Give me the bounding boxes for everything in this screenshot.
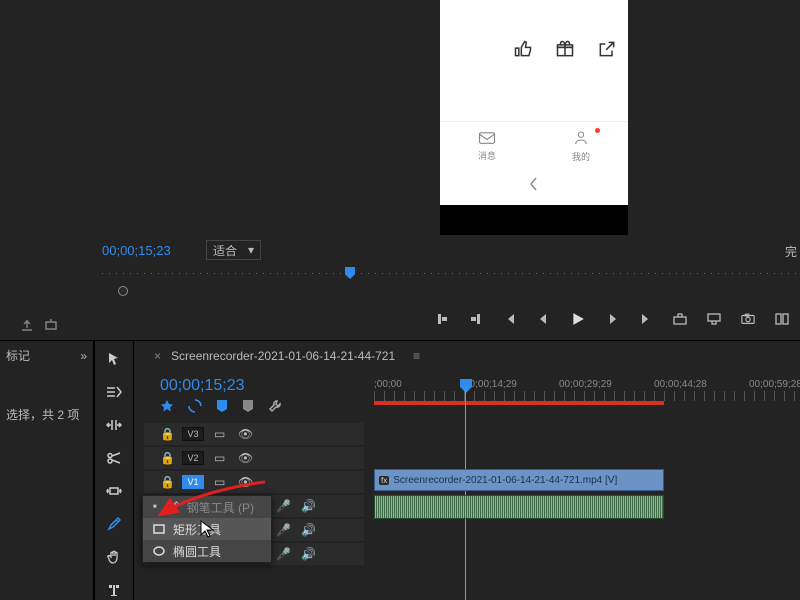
panel-menu-icon[interactable]: ≡	[413, 349, 420, 363]
overwrite-icon[interactable]	[44, 318, 58, 332]
lift-button[interactable]	[672, 311, 688, 327]
voice-over-icon[interactable]: 🎤	[276, 523, 291, 537]
sequence-name: Screenrecorder-2021-01-06-14-21-44-721	[171, 349, 395, 363]
speaker-icon[interactable]: 🔊	[301, 499, 316, 513]
track-tag[interactable]: V3	[182, 427, 204, 441]
program-monitor: 消息 我的 00;00;15;23 适合 ▾ 完	[0, 0, 800, 260]
go-to-in-button[interactable]	[502, 311, 518, 327]
comparison-view-button[interactable]	[774, 311, 790, 327]
phone-tab-label: 我的	[572, 150, 590, 163]
markers-title: 标记	[6, 347, 30, 364]
linked-selection-icon[interactable]	[188, 399, 202, 413]
sequence-tab[interactable]: × Screenrecorder-2021-01-06-14-21-44-721…	[154, 349, 420, 363]
transport-controls	[352, 308, 790, 330]
speaker-icon[interactable]: 🔊	[301, 547, 316, 561]
razor-tool[interactable]	[103, 448, 125, 469]
ripple-edit-tool[interactable]	[103, 415, 125, 436]
tool-column	[94, 341, 134, 600]
insert-icon[interactable]	[20, 318, 34, 332]
track-v3-header[interactable]: 🔒 V3 ▭ 👁	[144, 423, 364, 445]
waveform	[375, 496, 663, 518]
track-v2-header[interactable]: 🔒 V2 ▭ 👁	[144, 447, 364, 469]
export-frame-button[interactable]	[740, 311, 756, 327]
sync-lock-icon[interactable]: ▭	[214, 475, 228, 489]
chevron-down-icon: ▾	[248, 243, 254, 257]
thumb-up-icon	[512, 38, 534, 60]
voice-over-icon[interactable]: 🎤	[276, 499, 291, 513]
add-marker-icon[interactable]	[216, 399, 228, 413]
zoom-fit-dropdown[interactable]: 适合 ▾	[206, 240, 261, 260]
lock-icon[interactable]: 🔒	[160, 427, 172, 441]
hand-tool[interactable]	[103, 546, 125, 567]
eye-icon[interactable]: 👁	[238, 427, 252, 441]
selection-info: 选择，共 2 项	[6, 406, 87, 423]
track-tag[interactable]: V1	[182, 475, 204, 489]
mark-in-button[interactable]	[434, 311, 450, 327]
ruler-label: 00;00;44;28	[654, 379, 707, 390]
quality-label: 完	[785, 243, 797, 260]
gift-icon	[554, 38, 576, 60]
render-bar-red	[374, 401, 664, 405]
mark-out-button[interactable]	[468, 311, 484, 327]
program-timecode[interactable]: 00;00;15;23	[102, 243, 171, 258]
notification-dot-icon	[595, 128, 600, 133]
flyout-label: 椭圆工具	[173, 543, 221, 560]
preview-content: 消息 我的	[440, 0, 628, 205]
wrench-icon[interactable]	[268, 399, 282, 413]
mouse-cursor-icon	[200, 520, 216, 538]
preview-frame: 消息 我的	[440, 0, 628, 235]
eye-icon[interactable]: 👁	[238, 475, 252, 489]
sync-lock-icon[interactable]: ▭	[214, 451, 228, 465]
program-ruler[interactable]	[102, 267, 800, 287]
ruler-label: ;00;00	[374, 379, 402, 390]
phone-back-row	[440, 173, 628, 195]
phone-tab-bar: 消息 我的	[440, 121, 628, 171]
video-clip[interactable]: fx Screenrecorder-2021-01-06-14-21-44-72…	[374, 469, 664, 491]
lock-icon[interactable]: 🔒	[160, 475, 172, 489]
track-v1-header[interactable]: 🔒 V1 ▭ 👁	[144, 471, 364, 493]
track-tag[interactable]: V2	[182, 451, 204, 465]
snap-icon[interactable]	[160, 399, 174, 413]
slip-tool[interactable]	[103, 481, 125, 502]
external-link-icon	[596, 38, 618, 60]
type-tool[interactable]	[103, 579, 125, 600]
phone-tab-label: 消息	[478, 149, 496, 162]
monitor-extra-icons	[20, 318, 58, 332]
speaker-icon[interactable]: 🔊	[301, 523, 316, 537]
voice-over-icon[interactable]: 🎤	[276, 547, 291, 561]
flyout-ellipse-tool[interactable]: 椭圆工具	[143, 540, 271, 562]
step-back-button[interactable]	[536, 311, 552, 327]
go-to-out-button[interactable]	[638, 311, 654, 327]
dropdown-label: 适合	[213, 242, 237, 259]
clip-label: Screenrecorder-2021-01-06-14-21-44-721.m…	[393, 475, 617, 486]
selection-tool[interactable]	[103, 349, 125, 370]
track-select-tool[interactable]	[103, 382, 125, 403]
pen-tool[interactable]	[103, 513, 125, 534]
extract-button[interactable]	[706, 311, 722, 327]
sync-lock-icon[interactable]: ▭	[214, 427, 228, 441]
audio-clip[interactable]	[374, 495, 664, 519]
play-button[interactable]	[570, 311, 586, 327]
timeline-ruler[interactable]: ;00;00 00;00;14;29 00;00;29;29 00;00;44;…	[374, 379, 800, 409]
close-tab-icon[interactable]: ×	[154, 349, 161, 363]
lock-icon[interactable]: 🔒	[160, 451, 172, 465]
flyout-label: 钢笔工具 (P)	[187, 499, 254, 516]
expand-button[interactable]: »	[80, 349, 87, 363]
scrub-handle[interactable]	[118, 286, 128, 296]
ruler-label: 00;00;59;28	[749, 379, 800, 390]
chevron-left-icon	[529, 177, 539, 191]
eye-icon[interactable]: 👁	[238, 451, 252, 465]
timeline-option-icons	[160, 399, 282, 413]
phone-tab-messages: 消息	[440, 122, 534, 171]
fx-badge: fx	[379, 476, 389, 485]
markers-panel: 标记 » 选择，共 2 项	[0, 341, 94, 600]
flyout-pen-tool[interactable]: 钢笔工具 (P)	[143, 496, 271, 518]
timeline-settings-icon[interactable]	[242, 399, 254, 413]
program-playhead[interactable]	[345, 267, 355, 279]
step-forward-button[interactable]	[604, 311, 620, 327]
ruler-label: 00;00;29;29	[559, 379, 612, 390]
timeline-timecode[interactable]: 00;00;15;23	[160, 377, 245, 395]
phone-tab-mine: 我的	[534, 122, 628, 171]
